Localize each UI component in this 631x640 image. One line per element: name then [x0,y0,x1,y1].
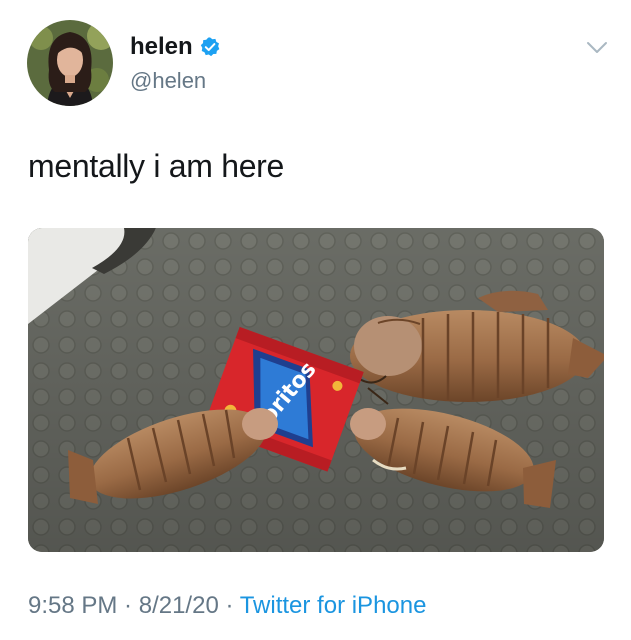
chevron-down-icon[interactable] [584,38,610,58]
verified-badge-icon [199,36,221,58]
display-name[interactable]: helen [130,33,193,61]
avatar[interactable] [27,20,113,106]
meta-separator: · [218,592,240,619]
tweet-text: mentally i am here [28,148,285,184]
tweet-meta: 9:58 PM · 8/21/20 · Twitter for iPhone [28,592,426,620]
user-handle[interactable]: @helen [130,68,206,94]
tweet-photo[interactable]: Doritos [28,228,604,552]
tweet-date[interactable]: 8/21/20 [139,592,219,619]
name-row: helen [130,33,221,61]
tweet-time[interactable]: 9:58 PM [28,592,117,619]
meta-separator: · [117,592,139,619]
tweet-source-link[interactable]: Twitter for iPhone [240,592,427,619]
tweet-card: helen @helen mentally i am here Doritos … [0,0,631,640]
